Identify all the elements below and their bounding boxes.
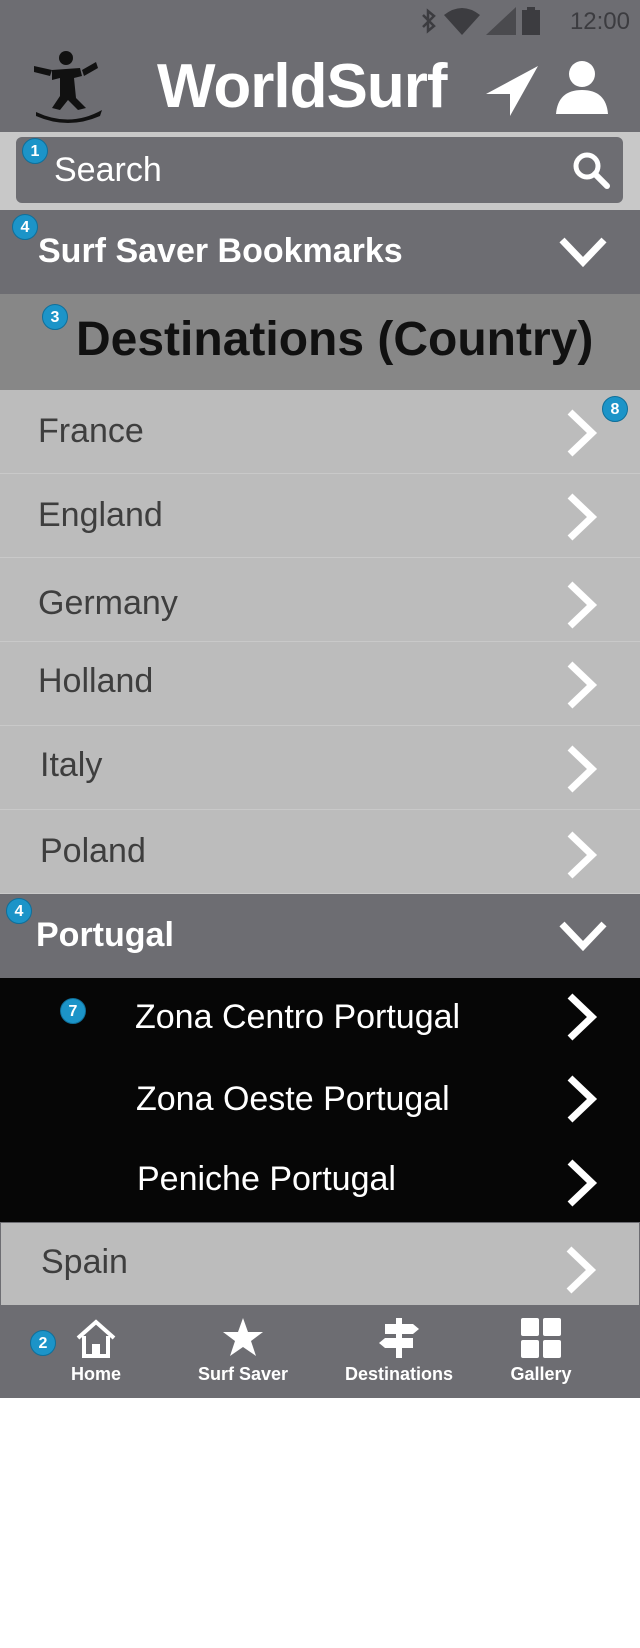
chevron-right-icon[interactable] <box>564 992 600 1042</box>
country-row[interactable]: Italy <box>0 726 640 810</box>
annotation-badge: 4 <box>6 898 32 924</box>
country-row[interactable]: England <box>0 474 640 558</box>
battery-icon <box>522 7 540 35</box>
region-row[interactable]: Peniche Portugal <box>0 1142 640 1222</box>
location-arrow-icon[interactable] <box>482 60 542 120</box>
search-box[interactable] <box>16 137 623 203</box>
chevron-down-icon[interactable] <box>558 916 608 956</box>
app-header: WorldSurf <box>0 42 640 132</box>
region-label: Zona Centro Portugal <box>135 998 461 1036</box>
bluetooth-icon <box>422 8 436 34</box>
annotation-badge: 1 <box>22 138 48 164</box>
nav-label: Destinations <box>344 1364 454 1384</box>
country-label: Spain <box>41 1243 128 1281</box>
country-label: Italy <box>40 746 103 784</box>
region-row[interactable]: Zona Oeste Portugal <box>0 1060 640 1142</box>
nav-surf-saver[interactable]: Surf Saver <box>188 1306 298 1398</box>
signal-icon <box>486 7 516 35</box>
bottom-nav: 2 Home Surf Saver Destinations Gallery <box>0 1306 640 1398</box>
nav-gallery[interactable]: Gallery <box>500 1306 582 1398</box>
destinations-header: Destinations (Country) 3 <box>0 294 640 390</box>
country-label: Holland <box>38 662 154 700</box>
region-label: Peniche Portugal <box>137 1160 396 1198</box>
country-label: France <box>38 412 144 450</box>
chevron-right-icon[interactable] <box>564 1158 600 1208</box>
annotation-badge: 8 <box>602 396 628 422</box>
country-row[interactable]: France 8 <box>0 390 640 474</box>
home-icon <box>76 1319 116 1358</box>
app-title: WorldSurf <box>157 52 447 121</box>
country-label: Poland <box>40 832 146 870</box>
annotation-badge: 3 <box>42 304 68 330</box>
bookmarks-label: Surf Saver Bookmarks <box>38 232 403 270</box>
status-icons <box>420 6 540 36</box>
signpost-icon <box>379 1318 419 1358</box>
search-input[interactable] <box>54 137 534 203</box>
chevron-right-icon[interactable] <box>564 492 600 542</box>
chevron-right-icon[interactable] <box>564 1074 600 1124</box>
destinations-title: Destinations (Country) <box>76 313 594 366</box>
country-row[interactable]: Holland <box>0 642 640 726</box>
status-time: 12:00 <box>569 8 630 35</box>
status-bar: 12:00 <box>0 0 640 42</box>
annotation-badge: 4 <box>12 214 38 240</box>
chevron-right-icon[interactable] <box>563 1245 599 1295</box>
country-row[interactable]: Germany <box>0 558 640 642</box>
expanded-country-row[interactable]: Portugal 4 <box>0 894 640 978</box>
chevron-right-icon[interactable] <box>564 660 600 710</box>
chevron-right-icon[interactable] <box>564 744 600 794</box>
grid-icon <box>521 1318 561 1358</box>
annotation-badge: 7 <box>60 998 86 1024</box>
nav-destinations[interactable]: Destinations <box>334 1306 464 1398</box>
search-icon[interactable] <box>571 150 611 190</box>
profile-icon[interactable] <box>552 56 612 116</box>
region-label: Zona Oeste Portugal <box>136 1080 450 1118</box>
nav-label: Gallery <box>510 1364 572 1384</box>
country-row[interactable]: Spain <box>0 1222 640 1306</box>
chevron-right-icon[interactable] <box>564 580 600 630</box>
nav-home[interactable]: Home <box>56 1306 136 1398</box>
chevron-right-icon[interactable] <box>564 408 600 458</box>
region-row[interactable]: 7 Zona Centro Portugal <box>0 978 640 1060</box>
wifi-icon <box>444 8 480 35</box>
nav-label: Surf Saver <box>197 1364 289 1384</box>
star-icon <box>223 1318 263 1356</box>
chevron-right-icon[interactable] <box>564 830 600 880</box>
bookmarks-row[interactable]: Surf Saver Bookmarks 4 <box>0 210 640 294</box>
surfer-logo-icon[interactable] <box>30 46 110 126</box>
country-row[interactable]: Poland <box>0 810 640 894</box>
search-bar: 1 <box>0 132 640 210</box>
annotation-badge: 2 <box>30 1330 56 1356</box>
nav-label: Home <box>70 1364 121 1384</box>
country-label: England <box>38 496 163 534</box>
country-label: Germany <box>38 584 178 622</box>
expanded-country-label: Portugal <box>36 916 174 954</box>
chevron-down-icon[interactable] <box>558 232 608 272</box>
